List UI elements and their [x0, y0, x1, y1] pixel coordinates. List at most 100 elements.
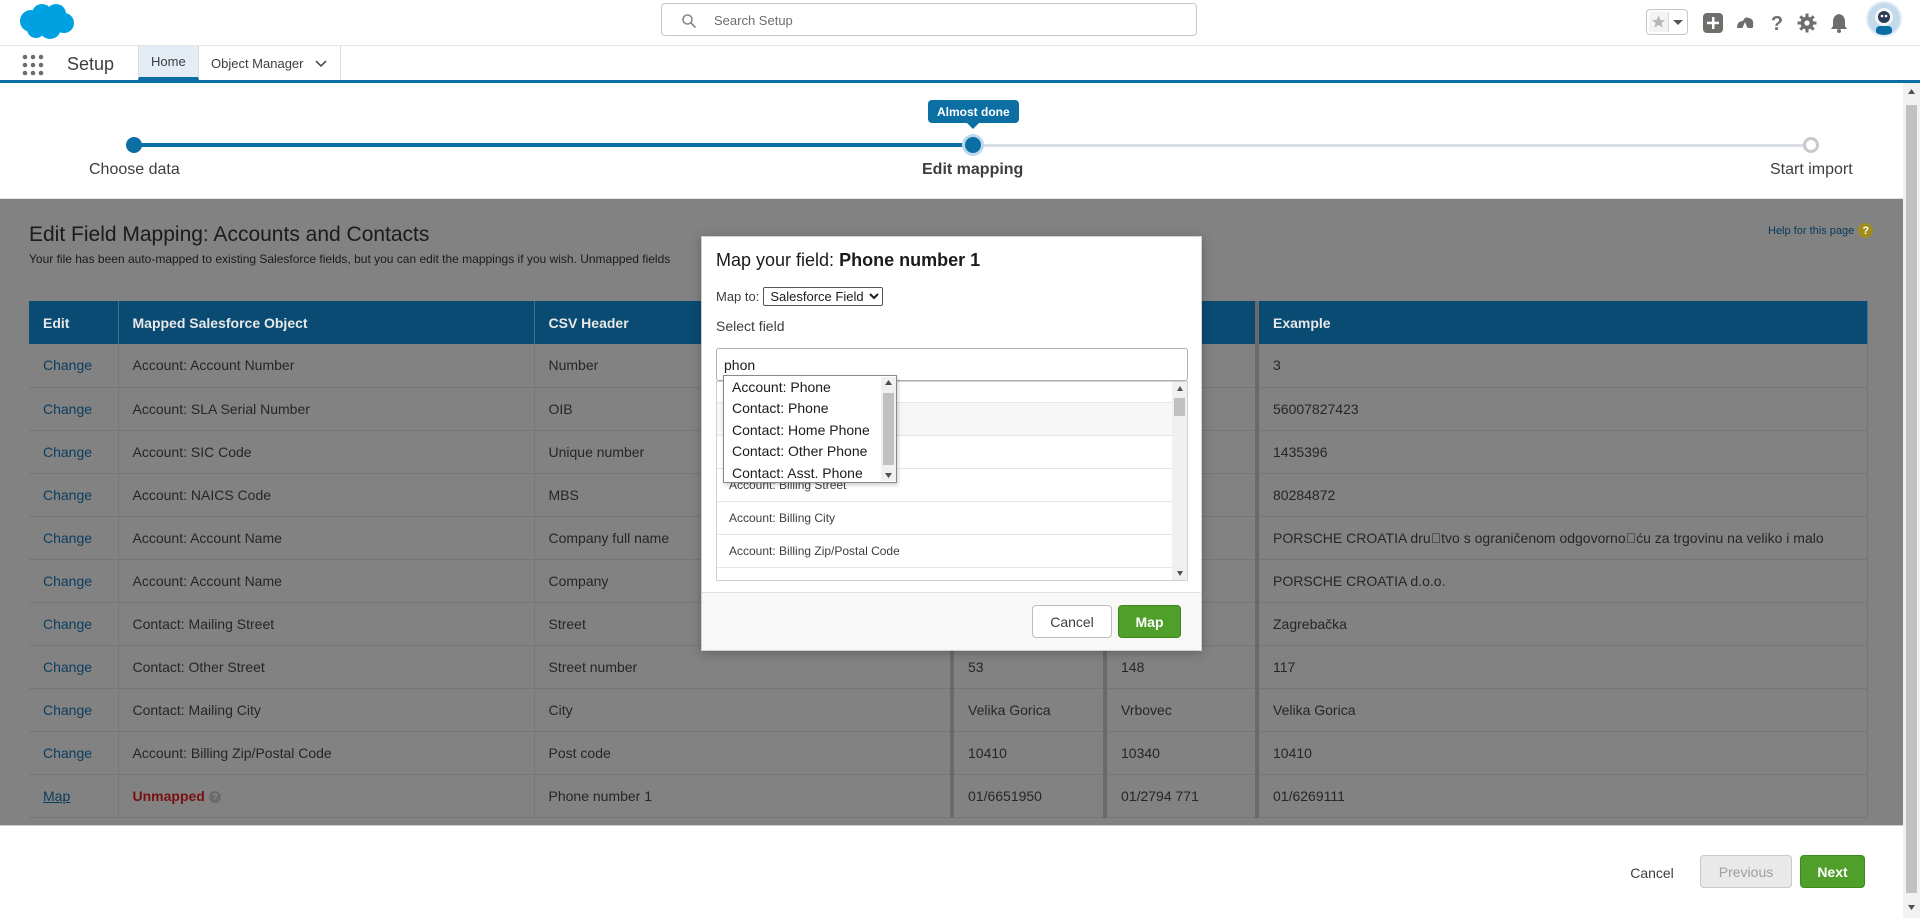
- edit-cell: Change: [29, 645, 119, 689]
- map-to-label: Map to:: [716, 289, 760, 304]
- search-setup-input[interactable]: [712, 10, 1182, 30]
- scroll-down-arrow-icon[interactable]: [1907, 903, 1916, 912]
- example-value-1-cell: Velika Gorica: [950, 688, 1106, 732]
- suggestions-scrollbar[interactable]: [881, 377, 896, 481]
- salesforce-logo[interactable]: [14, 1, 76, 43]
- suggestions-scroll-thumb[interactable]: [883, 393, 894, 465]
- step-dot-choose-data[interactable]: [126, 137, 142, 153]
- star-icon[interactable]: [1649, 12, 1669, 32]
- mapped-object-value: Contact: Mailing City: [132, 701, 261, 718]
- select-field-label: Select field: [716, 318, 785, 334]
- example-value-cell: Velika Gorica: [1255, 688, 1868, 732]
- mapped-object-cell: Account: Account Number: [118, 344, 535, 388]
- suggestion-item[interactable]: Contact: Home Phone: [732, 419, 870, 440]
- search-setup-box[interactable]: [661, 3, 1197, 36]
- modal-cancel-button[interactable]: Cancel: [1032, 605, 1112, 638]
- footer-cancel-button[interactable]: Cancel: [1615, 856, 1689, 889]
- tab-object-manager-label: Object Manager: [211, 55, 304, 71]
- mapped-object-cell: Account: SIC Code: [118, 430, 535, 474]
- mapped-object-value: Account: Account Name: [132, 572, 282, 589]
- setup-gear-icon[interactable]: [1796, 12, 1818, 34]
- step-dot-edit-mapping[interactable]: [965, 137, 981, 153]
- example-value-2-cell: 01/2794 771: [1103, 774, 1258, 818]
- example-value-cell: 3: [1255, 344, 1868, 388]
- map-to-select[interactable]: Salesforce Field: [763, 287, 884, 306]
- field-list-item[interactable]: Account: Billing Zip/Postal Code: [717, 535, 1172, 568]
- chevron-down-icon[interactable]: [314, 56, 328, 70]
- change-link[interactable]: Change: [43, 401, 92, 417]
- progress-badge-tooltip: Almost done: [928, 100, 1019, 129]
- modal-map-button[interactable]: Map: [1118, 605, 1181, 638]
- autocomplete-suggestions: Account: Phone Contact: Phone Contact: Hom…: [723, 375, 897, 483]
- app-launcher-grid-icon[interactable]: [22, 54, 44, 76]
- tab-home[interactable]: Home: [138, 46, 199, 80]
- help-link-label: Help for this page: [1768, 224, 1855, 237]
- scroll-up-arrow-icon[interactable]: [1907, 87, 1916, 96]
- trailhead-icon[interactable]: [1734, 12, 1756, 34]
- mapped-object-cell: Contact: Other Street: [118, 645, 535, 689]
- page-scrollbar[interactable]: [1903, 83, 1920, 918]
- edit-cell: Change: [29, 430, 119, 474]
- map-to-row: Map to: Salesforce Field: [716, 287, 884, 306]
- change-link[interactable]: Change: [43, 357, 92, 373]
- change-link[interactable]: Change: [43, 530, 92, 546]
- change-link[interactable]: Change: [43, 745, 92, 761]
- global-add-icon[interactable]: [1702, 12, 1724, 34]
- mapped-object-value: Account: NAICS Code: [132, 486, 272, 503]
- suggestion-item[interactable]: Contact: Other Phone: [732, 441, 867, 462]
- mapped-object-cell: Contact: Mailing City: [118, 688, 535, 732]
- step-dot-start-import: [1803, 137, 1819, 153]
- change-link[interactable]: Change: [43, 659, 92, 675]
- suggestions-scroll-up-icon[interactable]: [884, 379, 893, 387]
- field-list-item[interactable]: Account: Billing City: [717, 502, 1172, 535]
- previous-button[interactable]: Previous: [1700, 855, 1792, 888]
- help-icon[interactable]: ?: [1766, 12, 1788, 34]
- field-list-scrollbar[interactable]: [1172, 382, 1187, 580]
- favorites-chevron-down-icon[interactable]: [1670, 12, 1686, 32]
- map-link[interactable]: Map: [43, 788, 70, 804]
- field-list-scroll-up-icon[interactable]: [1176, 385, 1184, 393]
- modal-footer: Cancel Map: [702, 592, 1201, 650]
- map-field-modal: Map your field: Phone number 1 Map to: S…: [701, 236, 1202, 651]
- help-question-icon: ?: [1858, 223, 1874, 238]
- suggestion-item[interactable]: Contact: Phone: [732, 398, 829, 419]
- column-header-example: Example: [1255, 301, 1868, 344]
- mapped-object-value: Contact: Other Street: [132, 658, 265, 675]
- example-value-cell: 117: [1255, 645, 1868, 689]
- tab-object-manager[interactable]: Object Manager: [199, 46, 341, 80]
- suggestion-item[interactable]: Contact: Asst. Phone: [732, 462, 863, 483]
- field-list-scroll-thumb[interactable]: [1174, 398, 1185, 416]
- progress-track-remaining: [973, 144, 1811, 147]
- mapped-object-value: Account: Account Name: [132, 529, 282, 546]
- modal-title-prefix: Map your field:: [716, 250, 835, 270]
- edit-cell: Change: [29, 731, 119, 775]
- field-list-scroll-down-icon[interactable]: [1176, 569, 1184, 577]
- mapped-object-value: Contact: Mailing Street: [132, 615, 275, 632]
- change-link[interactable]: Change: [43, 616, 92, 632]
- unmapped-help-icon[interactable]: ?: [208, 790, 221, 803]
- tab-home-label: Home: [151, 54, 186, 69]
- help-for-this-page-link[interactable]: Help for this page ?: [1768, 223, 1874, 238]
- edit-cell: Map: [29, 774, 119, 818]
- example-value-cell: 80284872: [1255, 473, 1868, 517]
- step-label-choose-data: Choose data: [89, 161, 180, 178]
- page-scroll-thumb[interactable]: [1906, 105, 1917, 893]
- suggestion-item[interactable]: Account: Phone: [732, 376, 831, 397]
- change-link[interactable]: Change: [43, 444, 92, 460]
- notifications-bell-icon[interactable]: [1828, 12, 1850, 34]
- mapped-object-cell: Account: SLA Serial Number: [118, 387, 535, 431]
- edit-cell: Change: [29, 688, 119, 732]
- global-header: ?: [0, 0, 1920, 46]
- csv-header-cell: Phone number 1: [534, 774, 953, 818]
- change-link[interactable]: Change: [43, 573, 92, 589]
- next-button[interactable]: Next: [1800, 855, 1865, 888]
- example-value-cell: Zagrebačka: [1255, 602, 1868, 646]
- table-row: Change Contact: Other Street Street number…: [29, 645, 1868, 689]
- suggestions-scroll-down-icon[interactable]: [884, 471, 893, 479]
- change-link[interactable]: Change: [43, 487, 92, 503]
- example-value-cell: 01/6269111: [1255, 774, 1868, 818]
- change-link[interactable]: Change: [43, 702, 92, 718]
- user-avatar[interactable]: [1866, 1, 1902, 37]
- wizard-footer: Cancel Previous Next: [0, 825, 1903, 918]
- step-label-edit-mapping: Edit mapping: [922, 161, 1024, 178]
